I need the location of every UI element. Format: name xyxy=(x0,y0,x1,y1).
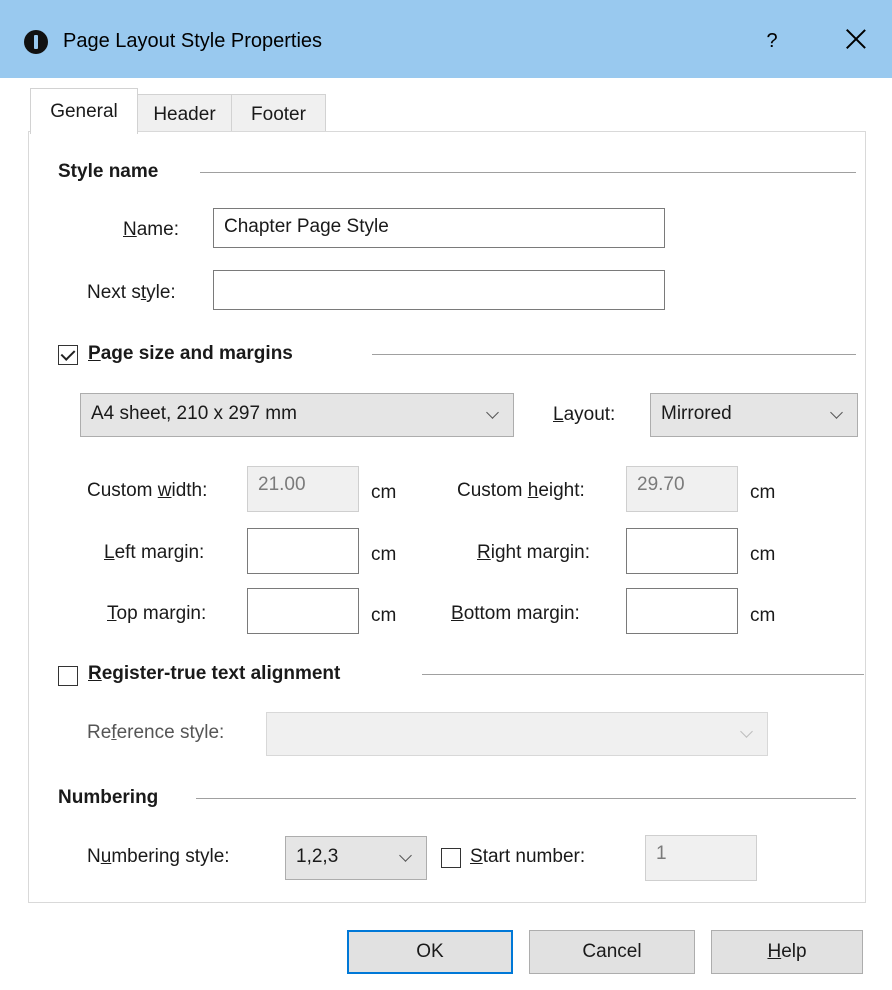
top-margin-unit: cm xyxy=(371,605,397,626)
bottom-margin-input[interactable] xyxy=(626,588,738,634)
custom-width-input[interactable]: 21.00 xyxy=(247,466,359,512)
reference-style-label: Reference style: xyxy=(87,722,225,743)
custom-height-label: Custom height: xyxy=(457,480,585,501)
layout-value: Mirrored xyxy=(661,403,732,424)
layout-label: Layout: xyxy=(553,404,616,425)
chevron-down-icon xyxy=(399,849,412,862)
numbering-divider xyxy=(196,798,856,799)
chevron-down-icon xyxy=(486,406,499,419)
page-size-divider xyxy=(372,354,856,355)
right-margin-label: Right margin: xyxy=(477,542,591,563)
next-style-label: Next style: xyxy=(87,282,176,303)
bottom-margin-unit: cm xyxy=(750,605,776,626)
custom-height-input[interactable]: 29.70 xyxy=(626,466,738,512)
layout-select[interactable]: Mirrored xyxy=(650,393,858,437)
name-label: Name: xyxy=(123,219,179,240)
left-margin-label: Left margin: xyxy=(104,542,205,563)
help-icon[interactable]: ? xyxy=(758,24,786,58)
window-title: Page Layout Style Properties xyxy=(63,30,323,52)
numbering-style-select[interactable]: 1,2,3 xyxy=(285,836,427,880)
help-button[interactable]: Help xyxy=(711,930,863,974)
numbering-style-label: Numbering style: xyxy=(87,846,230,867)
cancel-button[interactable]: Cancel xyxy=(529,930,695,974)
top-margin-label: Top margin: xyxy=(107,603,207,624)
tab-footer[interactable]: Footer xyxy=(231,94,326,132)
app-info-icon xyxy=(24,30,48,54)
reference-style-select[interactable] xyxy=(266,712,768,756)
ok-button[interactable]: OK xyxy=(347,930,513,974)
sheet-size-select[interactable]: A4 sheet, 210 x 297 mm xyxy=(80,393,514,437)
register-true-checkbox[interactable] xyxy=(58,666,78,686)
right-margin-input[interactable] xyxy=(626,528,738,574)
register-true-group-title: Register-true text alignment xyxy=(88,663,349,685)
close-icon[interactable] xyxy=(838,22,874,58)
custom-width-unit: cm xyxy=(371,482,397,503)
sheet-size-value: A4 sheet, 210 x 297 mm xyxy=(91,403,297,424)
chevron-down-icon xyxy=(740,725,753,738)
register-true-divider xyxy=(422,674,864,675)
top-margin-input[interactable] xyxy=(247,588,359,634)
left-margin-unit: cm xyxy=(371,544,397,565)
right-margin-unit: cm xyxy=(750,544,776,565)
numbering-group-title: Numbering xyxy=(58,787,167,809)
tab-general[interactable]: General xyxy=(30,88,138,134)
page-size-group-title: Page size and margins xyxy=(88,343,301,365)
chevron-down-icon xyxy=(830,406,843,419)
next-style-input[interactable] xyxy=(213,270,665,310)
custom-width-label: Custom width: xyxy=(87,480,208,501)
style-name-group-title: Style name xyxy=(58,161,167,183)
custom-height-unit: cm xyxy=(750,482,776,503)
start-number-label: Start number: xyxy=(470,846,586,867)
style-name-divider xyxy=(200,172,856,173)
left-margin-input[interactable] xyxy=(247,528,359,574)
name-input[interactable]: Chapter Page Style xyxy=(213,208,665,248)
start-number-input[interactable]: 1 xyxy=(645,835,757,881)
page-size-checkbox[interactable] xyxy=(58,345,78,365)
start-number-checkbox[interactable] xyxy=(441,848,461,868)
numbering-style-value: 1,2,3 xyxy=(296,846,339,867)
tab-header[interactable]: Header xyxy=(137,94,232,132)
bottom-margin-label: Bottom margin: xyxy=(451,603,580,624)
